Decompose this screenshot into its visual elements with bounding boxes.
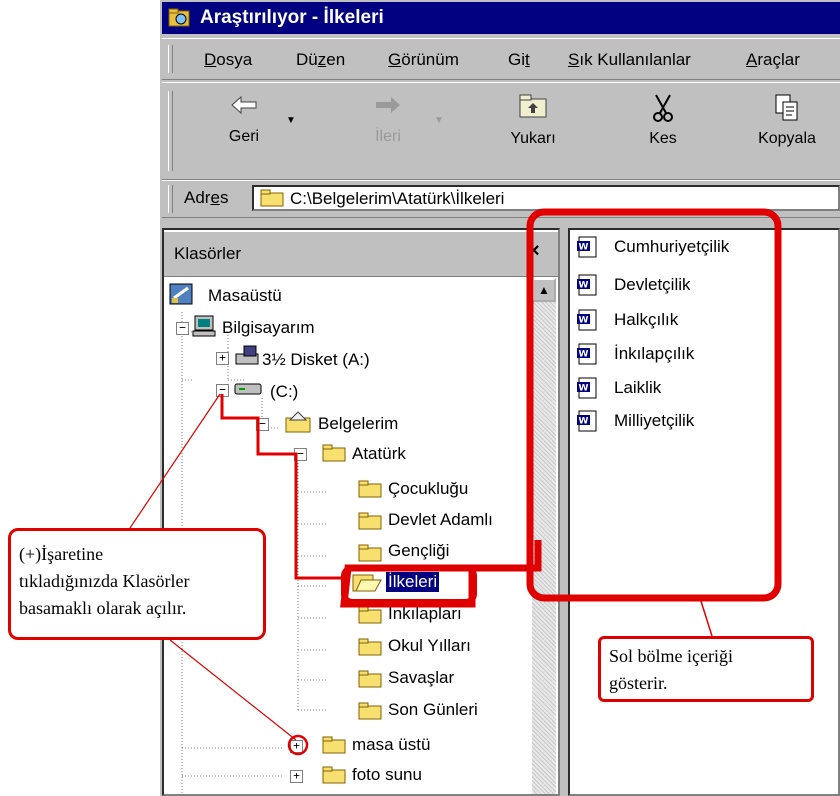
left-annotation-callout: (+)İşaretine tıkladığınızda Klasörler ba… [8, 528, 266, 640]
contents-highlight-box [526, 208, 782, 602]
right-callout-pointer [699, 597, 713, 637]
ilkeleri-highlight-box [341, 565, 477, 605]
callout-pointer-bottom [169, 639, 297, 741]
selected-folder-highlight [340, 540, 542, 608]
callout-pointer-top [129, 393, 221, 529]
plus-toggle-highlight [287, 734, 309, 756]
right-annotation-callout: Sol bölme içeriği gösterir. [598, 636, 814, 702]
